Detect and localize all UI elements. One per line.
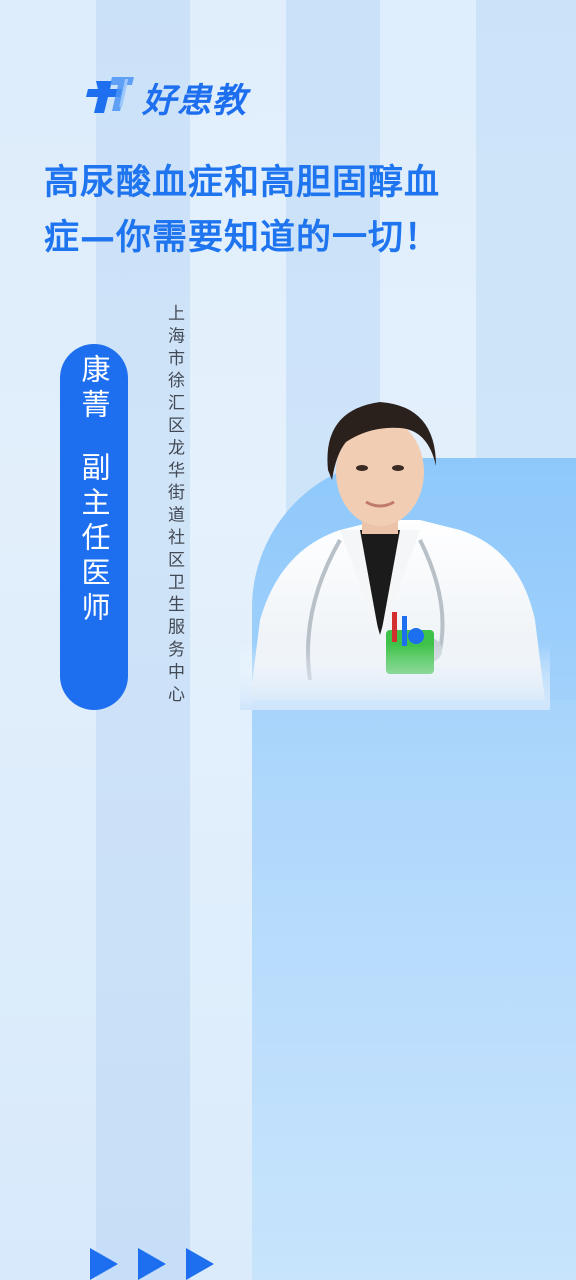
continue-arrows xyxy=(90,1248,214,1280)
doctor-institution: 上海市徐汇区龙华街道社区卫生服务中心 xyxy=(164,304,184,708)
doctor-name: 康菁 xyxy=(77,354,111,424)
play-arrow-icon xyxy=(186,1248,214,1280)
medical-cross-logo-icon xyxy=(82,75,138,119)
brand-name: 好患教 xyxy=(142,80,247,121)
play-arrow-icon xyxy=(90,1248,118,1280)
play-arrow-icon xyxy=(138,1248,166,1280)
doctor-portrait xyxy=(240,380,550,710)
page-title: 高尿酸血症和高胆固醇血症—你需要知道的一切！ xyxy=(44,163,441,258)
poster: 好患教 高尿酸血症和高胆固醇血症—你需要知道的一切！ 康菁 副主任医师 上海市徐… xyxy=(0,0,576,1280)
brand-logo: 好患教 xyxy=(82,74,247,121)
doctor-position: 副主任医师 xyxy=(77,452,111,627)
doctor-name-badge: 康菁 副主任医师 xyxy=(60,344,128,710)
portrait-backdrop-fade xyxy=(252,700,576,1280)
